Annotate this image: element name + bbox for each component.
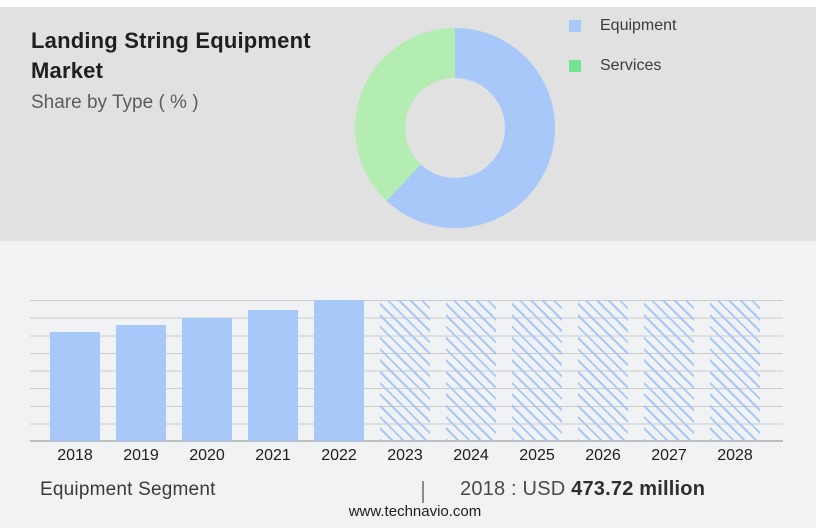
bar-2020	[182, 318, 232, 441]
bar-2022	[314, 300, 364, 441]
x-label-2018: 2018	[57, 447, 93, 464]
bar-slot-2026	[570, 300, 636, 441]
legend-item-services: Services	[569, 54, 677, 78]
x-label-2020: 2020	[189, 447, 225, 464]
bar-2018	[50, 332, 100, 441]
page-title: Landing String Equipment Market	[31, 28, 311, 83]
website-url: www.technavio.com	[348, 503, 482, 520]
x-label-2027: 2027	[651, 447, 687, 464]
donut-chart	[355, 28, 555, 228]
forecast-bar-2025	[512, 300, 562, 441]
chart-subtitle: Share by Type ( % )	[31, 92, 199, 113]
forecast-bar-2023	[380, 300, 430, 441]
forecast-bar-2027	[644, 300, 694, 441]
legend: Equipment Services	[569, 14, 677, 94]
x-axis-labels: 2018 2019 2020 2021 2022 2023 2024 2025 2026 2027…	[42, 447, 768, 465]
footer-divider	[422, 481, 424, 503]
bars-container	[42, 300, 768, 441]
forecast-bar-2028	[710, 300, 760, 441]
forecast-bar-2024	[446, 300, 496, 441]
forecast-bar-2026	[578, 300, 628, 441]
header-section: Landing String Equipment Market Share by…	[0, 0, 816, 241]
x-label-2019: 2019	[123, 447, 159, 464]
legend-swatch-equipment	[569, 20, 581, 32]
market-report-infographic: Landing String Equipment Market Share by…	[0, 0, 816, 528]
bar-2019	[116, 325, 166, 441]
highlight-value: 2018 : USD 473.72 million	[460, 478, 705, 501]
legend-label: Equipment	[600, 17, 677, 34]
x-label-2025: 2025	[519, 447, 555, 464]
bar-slot-2020	[174, 300, 240, 441]
bar-slot-2024	[438, 300, 504, 441]
donut-hole	[405, 78, 505, 178]
legend-swatch-services	[569, 60, 581, 72]
bar-slot-2023	[372, 300, 438, 441]
bar-slot-2019	[108, 300, 174, 441]
bar-chart-section: 2018 2019 2020 2021 2022 2023 2024 2025 2026 2027…	[0, 241, 816, 528]
x-label-2021: 2021	[255, 447, 291, 464]
highlight-amount: 473.72 million	[571, 478, 706, 500]
bar-slot-2018	[42, 300, 108, 441]
bar-slot-2027	[636, 300, 702, 441]
title-block: Landing String Equipment Market Share by…	[31, 26, 339, 115]
x-label-2024: 2024	[453, 447, 489, 464]
x-label-2022: 2022	[321, 447, 357, 464]
bar-slot-2022	[306, 300, 372, 441]
segment-label: Equipment Segment	[40, 479, 216, 500]
bar-slot-2025	[504, 300, 570, 441]
legend-item-equipment: Equipment	[569, 14, 677, 38]
top-white-strip	[0, 0, 816, 7]
legend-label: Services	[600, 57, 662, 74]
bar-2021	[248, 309, 298, 441]
x-label-2023: 2023	[387, 447, 423, 464]
bar-slot-2021	[240, 300, 306, 441]
bar-slot-2028	[702, 300, 768, 441]
x-label-2026: 2026	[585, 447, 621, 464]
highlight-prefix: 2018 : USD	[460, 478, 572, 500]
x-label-2028: 2028	[717, 447, 753, 464]
